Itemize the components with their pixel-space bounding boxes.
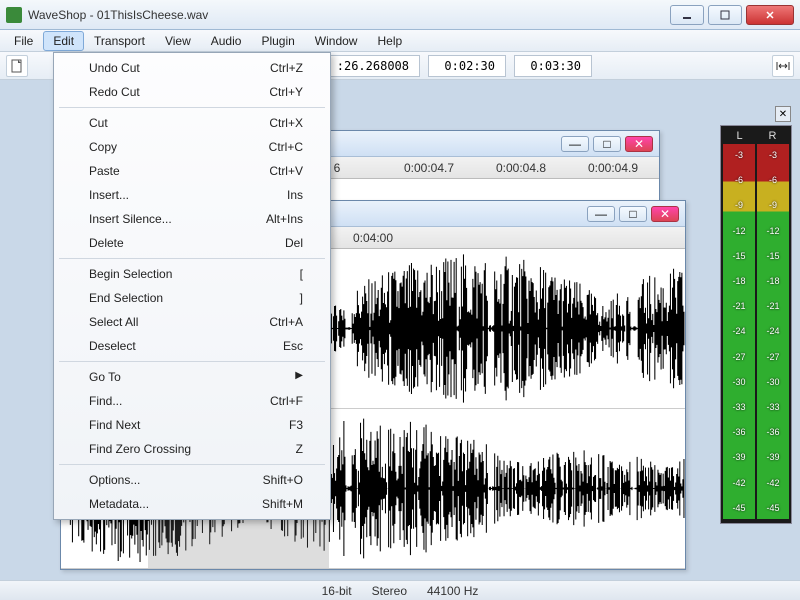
meter-label-left: L xyxy=(723,128,756,144)
child-close-button[interactable]: ✕ xyxy=(651,206,679,222)
meter-tick: -42 xyxy=(723,478,755,488)
meter-tick: -12 xyxy=(757,226,789,236)
meter-tick: -33 xyxy=(723,402,755,412)
ruler-tick: 0:00:04.8 xyxy=(475,161,567,175)
level-meter-panel: ✕ L R -3-6-9-12-15-18-21-24-27-30-33-36-… xyxy=(720,125,792,524)
meter-tick: -18 xyxy=(723,276,755,286)
ruler-tick: 0:00:04.7 xyxy=(383,161,475,175)
menu-item-go-to[interactable]: Go To▶ xyxy=(57,365,327,389)
edit-menu-dropdown[interactable]: Undo CutCtrl+ZRedo CutCtrl+Y CutCtrl+XCop… xyxy=(53,52,331,520)
menu-window[interactable]: Window xyxy=(305,31,368,51)
menu-help[interactable]: Help xyxy=(367,31,412,51)
meter-tick: -3 xyxy=(723,150,755,160)
menu-item-insert[interactable]: Insert...Ins xyxy=(57,183,327,207)
menu-item-deselect[interactable]: DeselectEsc xyxy=(57,334,327,358)
meter-tick: -21 xyxy=(723,301,755,311)
time-display-1[interactable]: :26.268008 xyxy=(324,55,420,77)
meter-tick: -6 xyxy=(757,175,789,185)
meter-tick: -36 xyxy=(757,427,789,437)
menu-view[interactable]: View xyxy=(155,31,201,51)
minimize-button[interactable] xyxy=(670,5,704,25)
panel-close-button[interactable]: ✕ xyxy=(775,106,791,122)
menu-plugin[interactable]: Plugin xyxy=(251,31,304,51)
menu-item-undo-cut[interactable]: Undo CutCtrl+Z xyxy=(57,56,327,80)
status-channels: Stereo xyxy=(372,584,407,598)
meter-tick: -24 xyxy=(723,326,755,336)
window-title: WaveShop - 01ThisIsCheese.wav xyxy=(28,8,666,22)
status-bits: 16-bit xyxy=(322,584,352,598)
maximize-button[interactable] xyxy=(708,5,742,25)
meter-tick: -27 xyxy=(723,352,755,362)
time-display-2[interactable]: 0:02:30 xyxy=(428,55,506,77)
menu-item-find-zero-crossing[interactable]: Find Zero CrossingZ xyxy=(57,437,327,461)
menu-item-metadata[interactable]: Metadata...Shift+M xyxy=(57,492,327,516)
app-icon xyxy=(6,7,22,23)
meter-tick: -15 xyxy=(723,251,755,261)
menu-item-find[interactable]: Find...Ctrl+F xyxy=(57,389,327,413)
menu-item-cut[interactable]: CutCtrl+X xyxy=(57,111,327,135)
child-close-button[interactable]: ✕ xyxy=(625,136,653,152)
menu-item-options[interactable]: Options...Shift+O xyxy=(57,468,327,492)
meter-tick: -18 xyxy=(757,276,789,286)
child-maximize-button[interactable]: □ xyxy=(619,206,647,222)
meter-tick: -45 xyxy=(757,503,789,513)
meter-tick: -9 xyxy=(723,200,755,210)
status-rate: 44100 Hz xyxy=(427,584,478,598)
meter-bar-left: -3 -6 -9 -12 -15 -18 -21 -24 -27 -30 -33 -36 -39 -42 -… xyxy=(723,144,755,519)
close-button[interactable] xyxy=(746,5,794,25)
child-maximize-button[interactable]: □ xyxy=(593,136,621,152)
meter-tick: -12 xyxy=(723,226,755,236)
meter-tick: -30 xyxy=(723,377,755,387)
menu-edit[interactable]: Edit xyxy=(43,31,84,51)
titlebar: WaveShop - 01ThisIsCheese.wav xyxy=(0,0,800,30)
meter-tick: -15 xyxy=(757,251,789,261)
menu-file[interactable]: File xyxy=(4,31,43,51)
meter-tick: -30 xyxy=(757,377,789,387)
meter-tick: -24 xyxy=(757,326,789,336)
statusbar: 16-bit Stereo 44100 Hz xyxy=(0,580,800,600)
menu-item-end-selection[interactable]: End Selection] xyxy=(57,286,327,310)
meter-tick: -45 xyxy=(723,503,755,513)
time-display-3[interactable]: 0:03:30 xyxy=(514,55,592,77)
ruler-back[interactable]: 60:00:04.70:00:04.80:00:04.9 xyxy=(291,157,659,179)
child-minimize-button[interactable]: — xyxy=(587,206,615,222)
menu-audio[interactable]: Audio xyxy=(201,31,252,51)
meter-bar-right: -3 -6 -9 -12 -15 -18 -21 -24 -27 -30 -33 -36 -39 -42 -… xyxy=(757,144,789,519)
meter-tick: -9 xyxy=(757,200,789,210)
menu-item-copy[interactable]: CopyCtrl+C xyxy=(57,135,327,159)
menu-item-select-all[interactable]: Select AllCtrl+A xyxy=(57,310,327,334)
menu-transport[interactable]: Transport xyxy=(84,31,155,51)
child-minimize-button[interactable]: — xyxy=(561,136,589,152)
meter-tick: -39 xyxy=(757,452,789,462)
meter-tick: -6 xyxy=(723,175,755,185)
meter-label-right: R xyxy=(756,128,789,144)
menu-item-insert-silence[interactable]: Insert Silence...Alt+Ins xyxy=(57,207,327,231)
meter-tick: -39 xyxy=(723,452,755,462)
meter-tick: -3 xyxy=(757,150,789,160)
menu-item-begin-selection[interactable]: Begin Selection[ xyxy=(57,262,327,286)
child-titlebar-back[interactable]: — □ ✕ xyxy=(291,131,659,157)
fit-width-button[interactable] xyxy=(772,55,794,77)
menu-item-redo-cut[interactable]: Redo CutCtrl+Y xyxy=(57,80,327,104)
menu-item-paste[interactable]: PasteCtrl+V xyxy=(57,159,327,183)
meter-tick: -27 xyxy=(757,352,789,362)
menu-item-find-next[interactable]: Find NextF3 xyxy=(57,413,327,437)
meter-tick: -42 xyxy=(757,478,789,488)
new-file-button[interactable] xyxy=(6,55,28,77)
menubar: FileEditTransportViewAudioPluginWindowHe… xyxy=(0,30,800,52)
meter-tick: -33 xyxy=(757,402,789,412)
meter-tick: -21 xyxy=(757,301,789,311)
meter-tick: -36 xyxy=(723,427,755,437)
ruler-tick: 0:00:04.9 xyxy=(567,161,659,175)
menu-item-delete[interactable]: DeleteDel xyxy=(57,231,327,255)
